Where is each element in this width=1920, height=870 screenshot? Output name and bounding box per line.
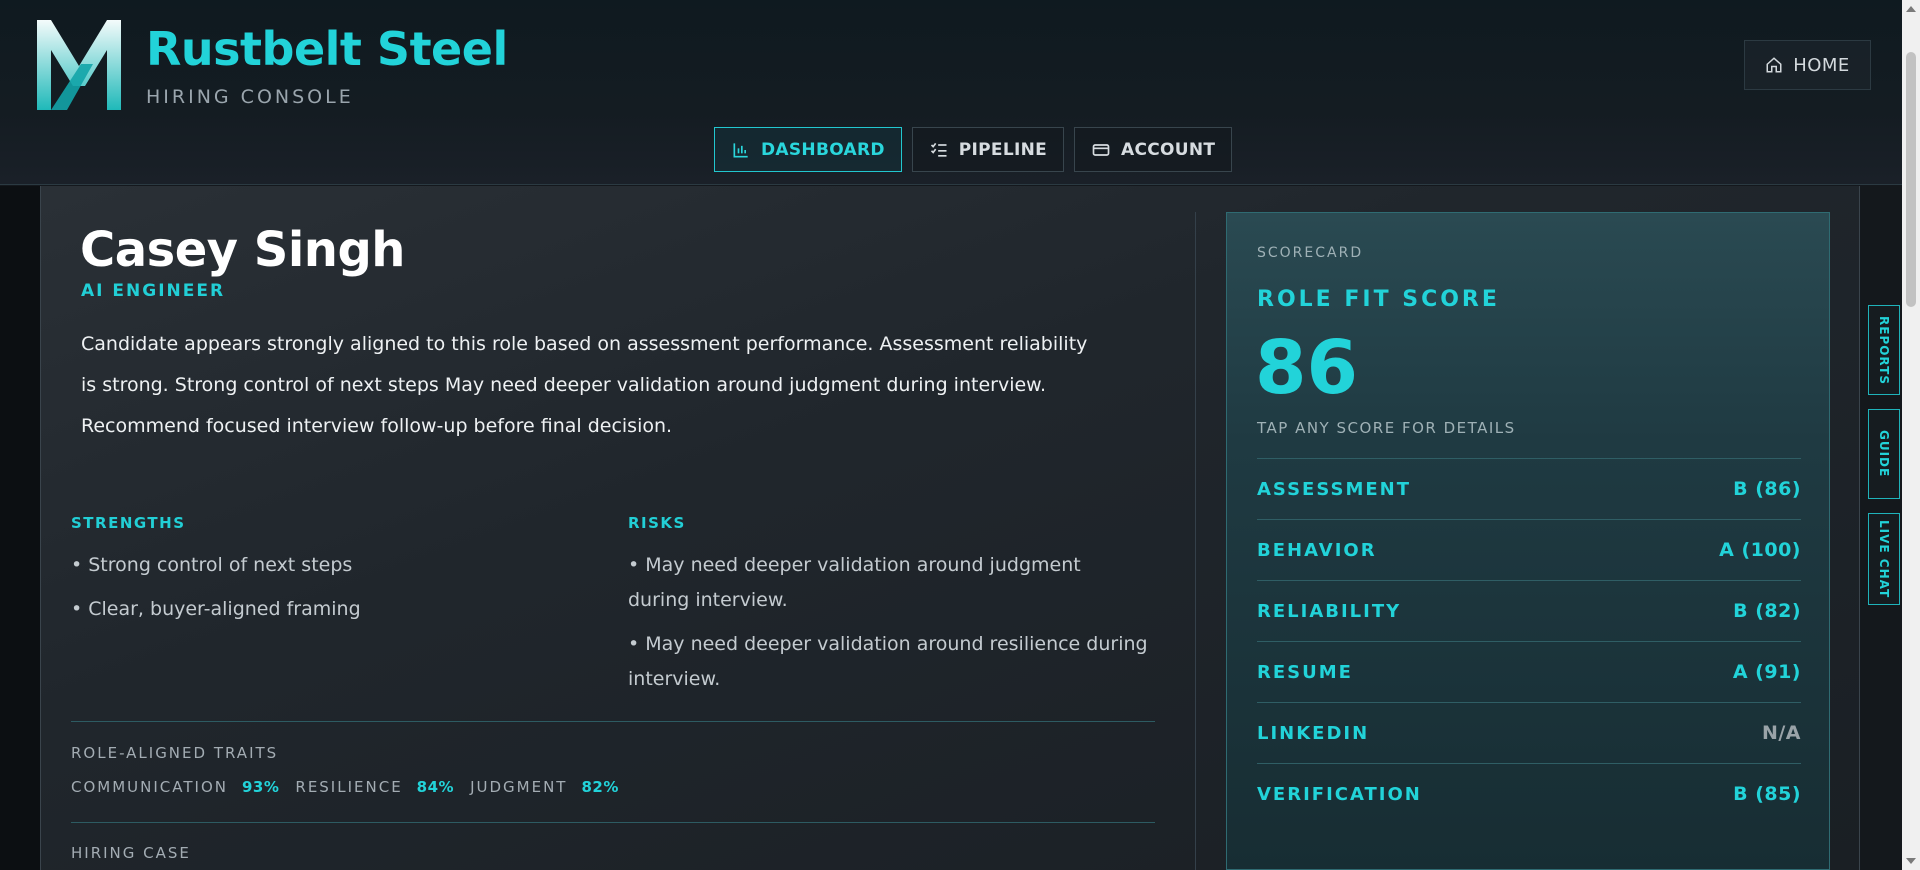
trait-percent: 84% bbox=[416, 778, 455, 796]
score-name: RELIABILITY bbox=[1257, 600, 1402, 622]
logo-icon bbox=[37, 20, 121, 110]
score-row-assessment[interactable]: ASSESSMENT B (86) bbox=[1257, 458, 1801, 519]
score-value: A (91) bbox=[1732, 661, 1801, 683]
risks-heading: RISKS bbox=[628, 514, 686, 532]
main-nav: DASHBOARD PIPELINE ACCOUNT bbox=[714, 127, 1233, 172]
scroll-down-icon[interactable] bbox=[1906, 858, 1916, 864]
nav-dashboard-label: DASHBOARD bbox=[761, 139, 885, 160]
traits-heading: ROLE-ALIGNED TRAITS bbox=[71, 744, 279, 762]
hiring-case-heading: HIRING CASE bbox=[71, 844, 191, 862]
nav-pipeline[interactable]: PIPELINE bbox=[911, 127, 1065, 172]
score-value: B (86) bbox=[1733, 478, 1801, 500]
strength-item: • Strong control of next steps bbox=[71, 554, 353, 576]
side-tab-label: GUIDE bbox=[1877, 430, 1891, 478]
candidate-role: AI ENGINEER bbox=[81, 281, 226, 301]
home-label: HOME bbox=[1793, 54, 1850, 76]
side-tab-label: REPORTS bbox=[1877, 315, 1891, 385]
traits-row: COMMUNICATION 93% RESILIENCE 84% JUDGMEN… bbox=[71, 778, 621, 796]
scrollbar-thumb[interactable] bbox=[1906, 52, 1916, 307]
nav-pipeline-label: PIPELINE bbox=[958, 139, 1048, 160]
trait-percent: 82% bbox=[581, 778, 619, 796]
score-value: B (82) bbox=[1733, 600, 1801, 622]
scorecard-hint: TAP ANY SCORE FOR DETAILS bbox=[1257, 419, 1516, 437]
header: Rustbelt Steel HIRING CONSOLE HOME DASHB… bbox=[0, 0, 1902, 185]
score-row-verification[interactable]: VERIFICATION B (85) bbox=[1257, 763, 1801, 824]
score-row-reliability[interactable]: RELIABILITY B (82) bbox=[1257, 580, 1801, 641]
score-row-resume[interactable]: RESUME A (91) bbox=[1257, 641, 1801, 702]
score-name: VERIFICATION bbox=[1257, 783, 1422, 805]
trait-name: JUDGMENT bbox=[470, 778, 568, 796]
score-row-linkedin[interactable]: LINKEDIN N/A bbox=[1257, 702, 1801, 763]
divider bbox=[71, 822, 1155, 823]
score-name: ASSESSMENT bbox=[1257, 478, 1412, 500]
strength-item: • Clear, buyer-aligned framing bbox=[71, 598, 361, 620]
nav-account-label: ACCOUNT bbox=[1121, 139, 1216, 160]
side-tab-label: LIVE CHAT bbox=[1877, 519, 1891, 599]
left-gutter bbox=[0, 186, 40, 870]
bar-chart-icon bbox=[733, 142, 748, 157]
card-icon bbox=[1092, 143, 1110, 156]
risk-item: • May need deeper validation around judg… bbox=[628, 554, 1081, 611]
score-name: RESUME bbox=[1257, 661, 1353, 683]
score-value: A (100) bbox=[1719, 539, 1801, 561]
score-row-behavior[interactable]: BEHAVIOR A (100) bbox=[1257, 519, 1801, 580]
score-list: ASSESSMENT B (86) BEHAVIOR A (100) RELIA… bbox=[1257, 458, 1801, 824]
score-name: LINKEDIN bbox=[1257, 722, 1370, 744]
column-separator bbox=[1195, 212, 1196, 870]
side-tab-guide[interactable]: GUIDE bbox=[1868, 409, 1900, 499]
home-icon bbox=[1766, 57, 1782, 73]
candidate-name: Casey Singh bbox=[80, 222, 405, 278]
strengths-heading: STRENGTHS bbox=[71, 514, 186, 532]
scroll-up-icon[interactable] bbox=[1906, 6, 1916, 12]
scorecard-label: SCORECARD bbox=[1257, 245, 1364, 261]
trait-name: COMMUNICATION bbox=[71, 778, 228, 796]
role-fit-score[interactable]: 86 bbox=[1255, 325, 1358, 411]
trait-name: RESILIENCE bbox=[295, 778, 403, 796]
risk-item: • May need deeper validation around resi… bbox=[628, 633, 1148, 690]
brand-subtitle: HIRING CONSOLE bbox=[146, 86, 354, 108]
score-value: B (85) bbox=[1733, 783, 1801, 805]
brand-title: Rustbelt Steel bbox=[146, 22, 508, 76]
side-tab-reports[interactable]: REPORTS bbox=[1868, 305, 1900, 395]
home-button[interactable]: HOME bbox=[1744, 40, 1871, 90]
trait-percent: 93% bbox=[241, 778, 280, 796]
nav-account[interactable]: ACCOUNT bbox=[1074, 127, 1233, 172]
score-value: N/A bbox=[1761, 722, 1801, 744]
score-name: BEHAVIOR bbox=[1257, 539, 1377, 561]
side-tab-live-chat[interactable]: LIVE CHAT bbox=[1868, 513, 1900, 605]
scorecard-panel: SCORECARD ROLE FIT SCORE 86 TAP ANY SCOR… bbox=[1226, 212, 1830, 870]
nav-dashboard[interactable]: DASHBOARD bbox=[714, 127, 902, 172]
divider bbox=[71, 721, 1155, 722]
scorecard-title: ROLE FIT SCORE bbox=[1257, 287, 1500, 312]
candidate-summary: Candidate appears strongly aligned to th… bbox=[81, 333, 1088, 437]
checklist-icon bbox=[930, 142, 947, 157]
